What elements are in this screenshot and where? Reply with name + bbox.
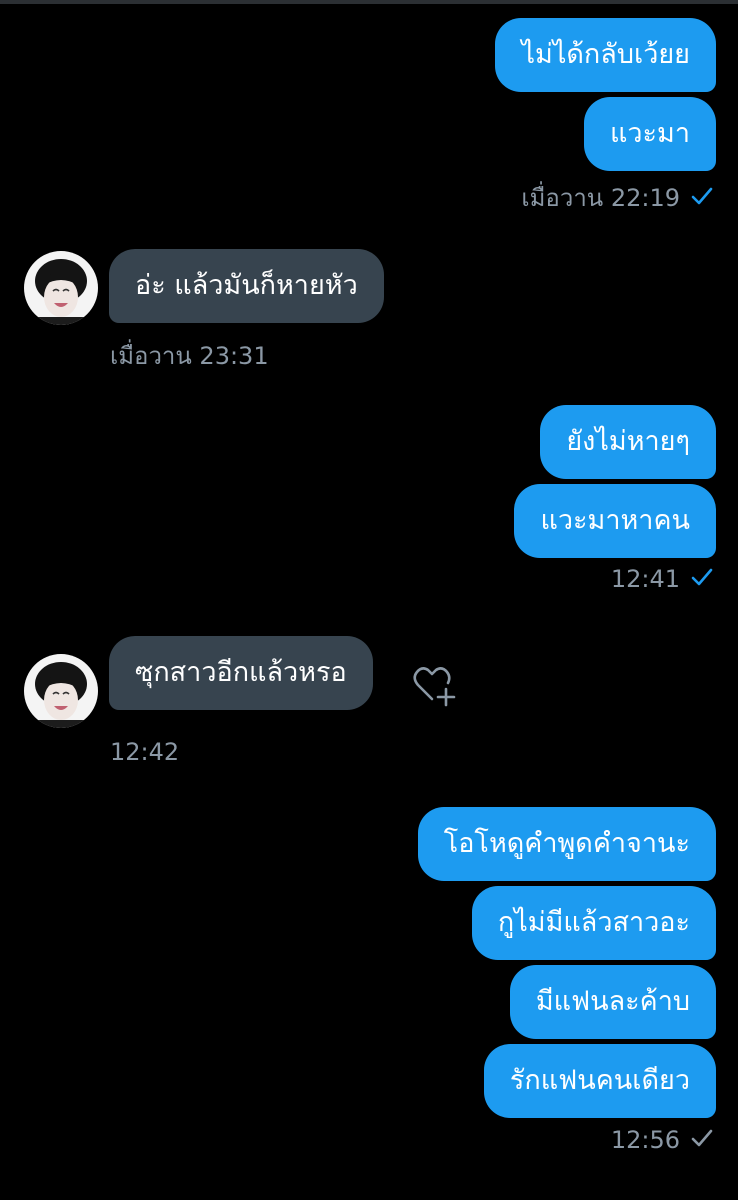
outgoing-message[interactable]: โอโหดูคำพูดคำจานะ <box>417 807 716 881</box>
message-timestamp: 12:56 <box>610 1126 680 1154</box>
message-timestamp: เมื่อวาน 23:31 <box>110 342 269 370</box>
check-icon <box>690 565 714 593</box>
outgoing-message[interactable]: แวะมา <box>583 97 716 171</box>
message-timestamp: เมื่อวาน 22:19 <box>521 184 680 212</box>
incoming-message[interactable]: ซุกสาวอีกแล้วหรอ <box>109 636 373 710</box>
message-meta: 12:56 <box>611 1126 714 1154</box>
outgoing-message[interactable]: ไม่ได้กลับเว้ยย <box>495 18 716 92</box>
message-timestamp: 12:41 <box>610 565 680 593</box>
check-icon <box>690 1126 714 1154</box>
heart-plus-icon[interactable] <box>410 663 458 709</box>
outgoing-message[interactable]: กูไม่มีแล้วสาวอะ <box>471 886 716 960</box>
message-meta: 12:41 <box>611 565 714 593</box>
outgoing-message[interactable]: มีแฟนละค้าบ <box>509 965 716 1039</box>
message-meta: เมื่อวาน 22:19 <box>521 178 714 217</box>
outgoing-message[interactable]: ยังไม่หายๆ <box>540 405 716 479</box>
check-icon <box>690 184 714 212</box>
message-timestamp: 12:42 <box>110 738 180 766</box>
contact-avatar[interactable] <box>24 654 98 728</box>
outgoing-message[interactable]: รักแฟนคนเดียว <box>483 1044 716 1118</box>
incoming-message[interactable]: อ่ะ แล้วมันก็หายหัว <box>109 249 384 323</box>
contact-avatar[interactable] <box>24 251 98 325</box>
outgoing-message[interactable]: แวะมาหาคน <box>514 484 716 558</box>
top-divider <box>0 0 738 4</box>
